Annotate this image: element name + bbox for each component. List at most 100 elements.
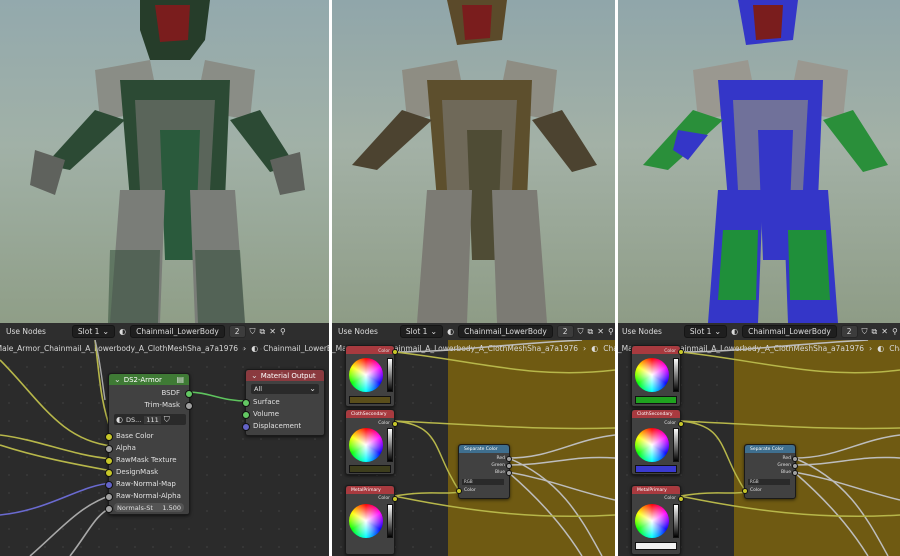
value-slider[interactable]	[387, 504, 393, 538]
pin-icon[interactable]: ⚲	[892, 327, 898, 336]
pin-icon[interactable]: ⚲	[608, 327, 614, 336]
cloth-secondary-node-header[interactable]: ClothSecondary	[632, 410, 680, 418]
metal-primary-node-header[interactable]: MetalPrimary	[632, 486, 680, 494]
material-sphere-icon[interactable]: ◐	[447, 327, 454, 336]
duplicate-icon[interactable]: ⧉	[588, 327, 594, 336]
color-wheel[interactable]	[349, 504, 383, 538]
pin-icon[interactable]: ⚲	[280, 327, 286, 336]
node-group-datablock[interactable]: ◐ DS... 111 ⛉	[114, 414, 186, 425]
separate-color-node-header[interactable]: Separate Color	[745, 445, 795, 453]
material-name-field[interactable]: Chainmail_LowerBody	[130, 325, 225, 338]
green-output-socket[interactable]	[792, 463, 798, 469]
duplicate-icon[interactable]: ⧉	[260, 327, 266, 336]
viewport-render-middle[interactable]	[332, 0, 615, 323]
node-editor-canvas-right[interactable]: s_Male_Armor_Chainmail_A_Lowerbody_A_Clo…	[618, 340, 900, 556]
trim-mask-output-socket[interactable]	[185, 402, 193, 410]
mode-select[interactable]: RGB	[462, 479, 504, 485]
value-slider[interactable]	[387, 358, 393, 392]
value-slider[interactable]	[673, 504, 679, 538]
normals-strength-input-socket[interactable]	[105, 505, 113, 513]
displacement-input-socket[interactable]	[242, 423, 250, 431]
base-color-input-socket[interactable]	[105, 433, 113, 441]
color-node-top[interactable]: Color	[631, 345, 684, 407]
color-input-socket[interactable]	[456, 488, 462, 494]
color-wheel[interactable]	[349, 428, 383, 462]
value-slider[interactable]	[673, 358, 679, 392]
duplicate-icon[interactable]: ⧉	[872, 327, 878, 336]
color-node-top[interactable]: Color	[345, 345, 398, 407]
ds2-armor-node[interactable]: ⌄ DS2-Armor ▤ BSDF Trim-Mask ◐ DS... 111…	[105, 373, 193, 515]
material-output-node-header[interactable]: ⌄ Material Output	[246, 370, 324, 381]
ds2-armor-node-header[interactable]: ⌄ DS2-Armor ▤	[109, 374, 189, 385]
green-output-socket[interactable]	[506, 463, 512, 469]
datablock-users[interactable]: 111	[144, 415, 161, 424]
separate-color-node[interactable]: Separate Color Red Green Blue RGB Color	[456, 444, 512, 499]
color-wheel[interactable]	[349, 358, 383, 392]
node-editor-canvas-middle[interactable]: s_Male_Armor_Chainmail_A_Lowerbody_A_Clo…	[332, 340, 615, 556]
material-sphere-icon[interactable]: ◐	[119, 327, 126, 336]
surface-input-socket[interactable]	[242, 399, 250, 407]
use-nodes-toggle[interactable]: Use Nodes	[622, 327, 662, 336]
material-name-field[interactable]: Chainmail_LowerBody	[742, 325, 837, 338]
mode-select[interactable]: RGB	[748, 479, 790, 485]
color-output-socket[interactable]	[392, 349, 398, 355]
value-slider[interactable]	[673, 428, 679, 462]
blue-output-socket[interactable]	[506, 470, 512, 476]
color-wheel[interactable]	[635, 504, 669, 538]
cloth-secondary-node[interactable]: ClothSecondary Color	[345, 409, 398, 475]
volume-input-socket[interactable]	[242, 411, 250, 419]
blue-output-socket[interactable]	[792, 470, 798, 476]
fake-user-shield-icon[interactable]: ⛉	[578, 327, 584, 336]
color-wheel[interactable]	[635, 358, 669, 392]
viewport-render-right[interactable]	[618, 0, 900, 323]
color-input-socket[interactable]	[742, 488, 748, 494]
color-output-socket[interactable]	[392, 421, 398, 427]
normals-strength-field[interactable]: Normals-St 1.500	[114, 503, 184, 512]
close-icon[interactable]: ✕	[597, 327, 604, 336]
use-nodes-toggle[interactable]: Use Nodes	[6, 327, 46, 336]
separate-color-node-header[interactable]: Separate Color	[459, 445, 509, 453]
separate-color-node[interactable]: Separate Color Red Green Blue RGB Color	[742, 444, 798, 499]
fake-user-shield-icon[interactable]: ⛉	[862, 327, 868, 336]
designmask-input-socket[interactable]	[105, 469, 113, 477]
slot-selector[interactable]: Slot 1 ⌄	[683, 325, 728, 338]
bsdf-output-socket[interactable]	[185, 390, 193, 398]
color-output-socket[interactable]	[678, 421, 684, 427]
user-count-badge[interactable]: 2	[228, 325, 246, 338]
cloth-secondary-node-header[interactable]: ClothSecondary	[346, 410, 394, 418]
color-swatch[interactable]	[635, 542, 677, 550]
slot-selector[interactable]: Slot 1 ⌄	[71, 325, 116, 338]
color-swatch[interactable]	[635, 396, 677, 404]
fake-user-shield-icon[interactable]: ⛉	[250, 327, 256, 336]
rawmask-texture-input-socket[interactable]	[105, 457, 113, 465]
color-wheel[interactable]	[635, 428, 669, 462]
cloth-secondary-node[interactable]: ClothSecondary Color	[631, 409, 684, 475]
chevron-down-icon[interactable]: ⌄	[114, 375, 121, 384]
use-nodes-toggle[interactable]: Use Nodes	[338, 327, 378, 336]
close-icon[interactable]: ✕	[881, 327, 888, 336]
material-name-field[interactable]: Chainmail_LowerBody	[458, 325, 553, 338]
slot-selector[interactable]: Slot 1 ⌄	[399, 325, 444, 338]
color-swatch[interactable]	[635, 465, 677, 473]
node-editor-canvas-left[interactable]: s_Male_Armor_Chainmail_A_Lowerbody_A_Clo…	[0, 340, 329, 556]
metal-primary-node-header[interactable]: MetalPrimary	[346, 486, 394, 494]
raw-normal-alpha-input-socket[interactable]	[105, 493, 113, 501]
raw-normal-map-input-socket[interactable]	[105, 481, 113, 489]
alpha-input-socket[interactable]	[105, 445, 113, 453]
color-output-socket[interactable]	[678, 349, 684, 355]
red-output-socket[interactable]	[792, 456, 798, 462]
red-output-socket[interactable]	[506, 456, 512, 462]
fake-user-shield-icon[interactable]: ⛉	[164, 415, 170, 424]
user-count-badge[interactable]: 2	[840, 325, 858, 338]
color-swatch[interactable]	[349, 465, 391, 473]
metal-primary-node[interactable]: MetalPrimary Color	[345, 485, 398, 555]
metal-primary-node[interactable]: MetalPrimary Color	[631, 485, 684, 555]
chevron-down-icon[interactable]: ⌄	[251, 371, 258, 380]
close-icon[interactable]: ✕	[269, 327, 276, 336]
value-slider[interactable]	[387, 428, 393, 462]
color-swatch[interactable]	[349, 396, 391, 404]
user-count-badge[interactable]: 2	[556, 325, 574, 338]
material-output-node[interactable]: ⌄ Material Output All ⌄ Surface Volume D…	[242, 369, 325, 436]
material-sphere-icon[interactable]: ◐	[731, 327, 738, 336]
render-target-select[interactable]: All ⌄	[251, 384, 319, 394]
